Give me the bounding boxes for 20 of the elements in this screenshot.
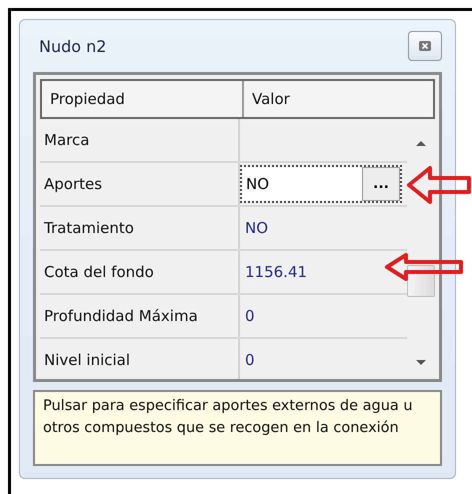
scroll-up-icon[interactable] — [415, 139, 427, 147]
column-header[interactable]: Propiedad — [42, 81, 244, 117]
browse-button[interactable]: ... — [362, 167, 400, 201]
value-text: 1156.41 — [245, 263, 308, 281]
property-cell[interactable]: Nivel inicial — [40, 339, 240, 379]
property-cell[interactable]: Marca — [40, 119, 240, 161]
property-cell[interactable]: Cota del fondo — [40, 251, 240, 293]
window-title: Nudo n2 — [38, 36, 106, 56]
close-icon — [418, 40, 432, 52]
value-text: 0 — [245, 307, 255, 325]
scroll-down-icon[interactable] — [415, 359, 427, 367]
column-header[interactable]: Valor — [244, 81, 433, 117]
hint-text: Pulsar para especificar aportes externos de agua u otros compuestos que se recogen en la conexión — [43, 398, 413, 436]
property-cell[interactable]: Profundidad Máxima — [40, 295, 240, 337]
value-input[interactable]: NO ... — [240, 165, 402, 203]
property-cell[interactable]: Tratamiento — [40, 207, 240, 249]
value-text: NO — [245, 219, 268, 237]
arrow-annotation — [406, 165, 472, 205]
value-text: 0 — [245, 351, 255, 369]
close-button[interactable] — [408, 31, 442, 61]
